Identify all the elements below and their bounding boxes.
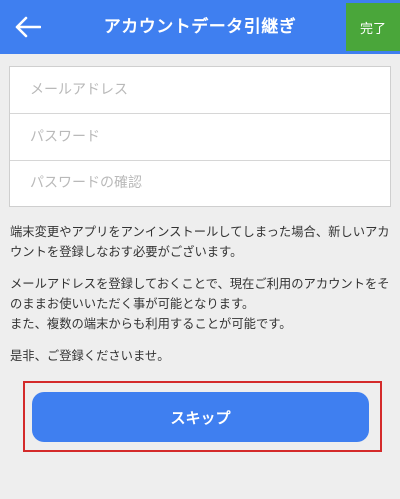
description-paragraph-2-line-2: また、複数の端末からも利用することが可能です。 xyxy=(10,317,292,331)
description-paragraph-2: メールアドレスを登録しておくことで、現在ご利用のアカウントをそのままお使いいただ… xyxy=(10,274,394,334)
page-title: アカウントデータ引継ぎ xyxy=(103,17,297,37)
arrow-left-icon xyxy=(15,16,41,38)
password-confirm-input[interactable] xyxy=(10,159,390,206)
app-header: アカウントデータ引継ぎ 完了 xyxy=(0,0,400,54)
password-input[interactable] xyxy=(10,113,390,160)
description-text: 端末変更やアプリをアンインストールしてしまった場合、新しいアカウントを登録しなお… xyxy=(10,222,394,378)
description-paragraph-3: 是非、ご登録くださいませ。 xyxy=(10,349,170,363)
done-button[interactable]: 完了 xyxy=(346,3,400,51)
skip-button[interactable]: スキップ xyxy=(32,392,369,442)
email-input[interactable] xyxy=(10,67,390,114)
back-button[interactable] xyxy=(8,7,48,47)
account-form xyxy=(9,66,391,207)
description-paragraph-1: 端末変更やアプリをアンインストールしてしまった場合、新しいアカウントを登録しなお… xyxy=(10,225,390,259)
description-paragraph-2-line-1: メールアドレスを登録しておくことで、現在ご利用のアカウントをそのままお使いいただ… xyxy=(10,277,390,311)
